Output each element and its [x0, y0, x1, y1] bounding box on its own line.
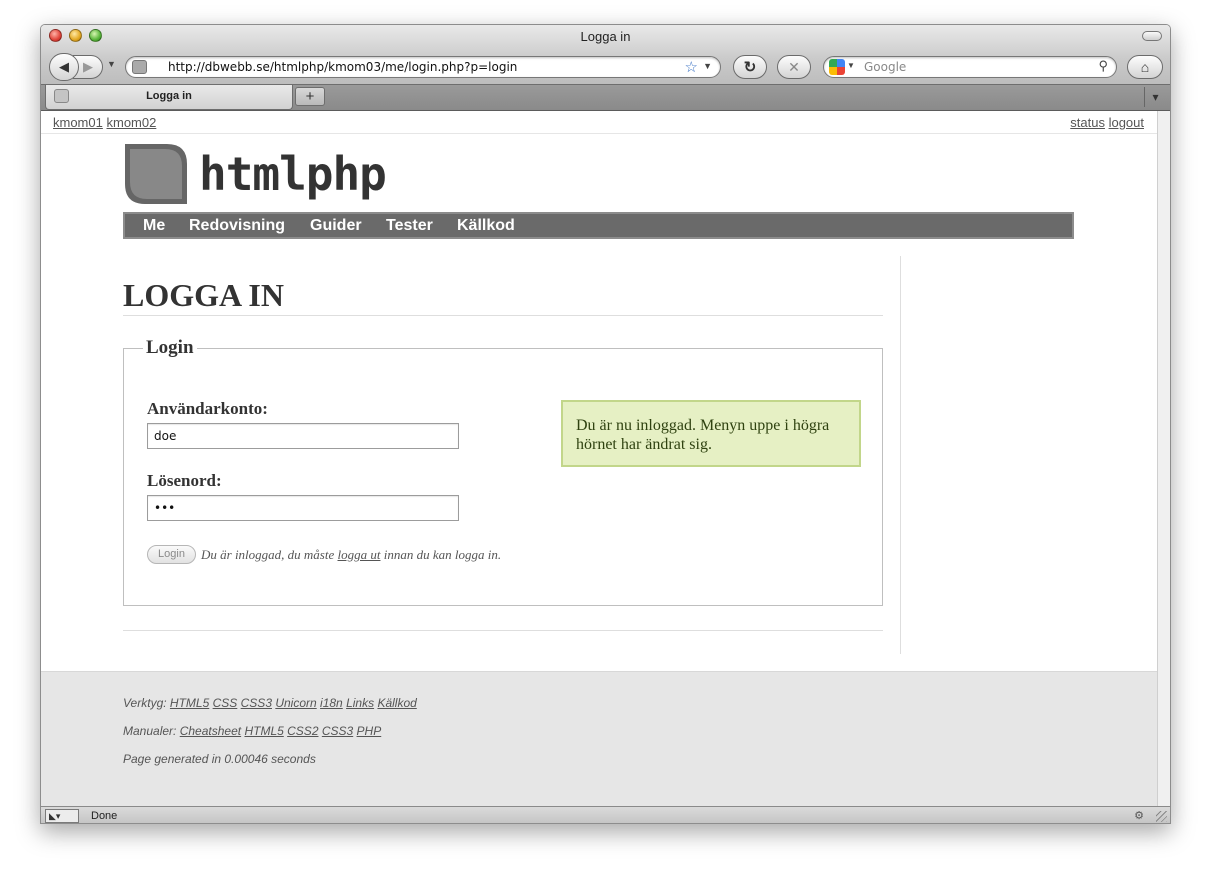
- footer-link-unicorn[interactable]: Unicorn: [275, 696, 316, 710]
- top-nav-left: kmom01 kmom02: [53, 115, 156, 130]
- stop-icon: ✕: [788, 58, 800, 75]
- back-button[interactable]: ◀: [49, 53, 79, 81]
- home-icon: ⌂: [1140, 59, 1150, 75]
- toolbar-toggle-button[interactable]: [1142, 31, 1162, 41]
- status-bar: ◣▾ Done ⚙: [41, 806, 1170, 823]
- footer-link-i18n[interactable]: i18n: [320, 696, 343, 710]
- password-label: Lösenord:: [147, 471, 222, 490]
- login-button[interactable]: Login: [147, 545, 196, 564]
- page-title: LOGGA IN: [123, 277, 284, 313]
- status-menu-icon[interactable]: ◣▾: [45, 809, 79, 823]
- reload-icon: ↻: [743, 59, 757, 76]
- search-input[interactable]: Google: [864, 60, 906, 74]
- footer-link-links[interactable]: Links: [346, 696, 374, 710]
- top-nav-right: status logout: [1070, 115, 1144, 130]
- title-underline: [123, 315, 883, 316]
- username-label: Användarkonto:: [147, 399, 268, 418]
- login-message: Du är inloggad, du måste logga ut innan …: [201, 547, 501, 563]
- site-logo-icon: [125, 144, 187, 204]
- link-logout[interactable]: logout: [1109, 115, 1144, 130]
- search-icon[interactable]: ⚲: [1098, 58, 1108, 74]
- manuals-label: Manualer:: [123, 724, 177, 738]
- tab-logga-in[interactable]: Logga in: [45, 85, 293, 110]
- address-bar[interactable]: http://dbwebb.se/htmlphp/kmom03/me/login…: [125, 56, 721, 78]
- footer-link-css2[interactable]: CSS2: [287, 724, 318, 738]
- top-divider: [41, 133, 1157, 134]
- menu-item-tester[interactable]: Tester: [386, 217, 433, 235]
- main-bottom-divider: [123, 630, 883, 631]
- password-field[interactable]: •••: [147, 495, 459, 521]
- search-engine-dropdown-icon[interactable]: ▼: [847, 61, 855, 70]
- footer-link-css[interactable]: CSS: [213, 696, 238, 710]
- tab-list-icon[interactable]: ▾: [1144, 87, 1166, 107]
- page-footer: Verktyg: HTML5 CSS CSS3 Unicorn i18n Lin…: [41, 671, 1157, 806]
- status-text: Done: [91, 810, 118, 822]
- window-title: Logga in: [580, 29, 631, 44]
- search-bar[interactable]: ▼ Google ⚲: [823, 56, 1117, 78]
- title-bar: Logga in ◀ ▶ ▼ http://dbwebb.se/htmlphp/…: [41, 25, 1170, 85]
- page-viewport: kmom01 kmom02 status logout htmlphp Me R…: [41, 111, 1157, 806]
- menu-item-kallkod[interactable]: Källkod: [457, 217, 515, 235]
- link-status[interactable]: status: [1070, 115, 1105, 130]
- addon-icon[interactable]: ⚙: [1134, 809, 1144, 822]
- footer-manuals: Manualer: Cheatsheet HTML5 CSS2 CSS3 PHP: [123, 724, 381, 738]
- site-favicon-icon: [132, 60, 147, 74]
- browser-window: Logga in ◀ ▶ ▼ http://dbwebb.se/htmlphp/…: [40, 24, 1171, 824]
- forward-arrow-icon: ▶: [83, 59, 93, 74]
- main-menu: Me Redovisning Guider Tester Källkod: [123, 212, 1074, 239]
- tab-label: Logga in: [146, 90, 192, 102]
- footer-link-manual-css3[interactable]: CSS3: [322, 724, 353, 738]
- new-tab-button[interactable]: +: [295, 87, 325, 106]
- home-button[interactable]: ⌂: [1127, 55, 1163, 79]
- bookmark-star-icon[interactable]: ☆: [685, 58, 698, 76]
- reload-button[interactable]: ↻: [733, 55, 767, 79]
- logout-link[interactable]: logga ut: [338, 547, 381, 562]
- login-message-start: Du är inloggad, du måste: [201, 547, 338, 562]
- url-text[interactable]: http://dbwebb.se/htmlphp/kmom03/me/login…: [168, 60, 517, 74]
- username-field[interactable]: doe: [147, 423, 459, 449]
- footer-link-html5[interactable]: HTML5: [170, 696, 209, 710]
- vertical-scrollbar[interactable]: [1157, 111, 1170, 806]
- tools-label: Verktyg:: [123, 696, 167, 710]
- menu-item-guider[interactable]: Guider: [310, 217, 362, 235]
- stop-button[interactable]: ✕: [777, 55, 811, 79]
- sidebar-divider: [900, 256, 901, 654]
- login-message-end: innan du kan logga in.: [380, 547, 502, 562]
- link-kmom02[interactable]: kmom02: [106, 115, 156, 130]
- menu-item-redovisning[interactable]: Redovisning: [189, 217, 285, 235]
- footer-link-cheatsheet[interactable]: Cheatsheet: [180, 724, 241, 738]
- login-notice: Du är nu inloggad. Menyn uppe i högra hö…: [561, 400, 861, 467]
- history-dropdown-icon[interactable]: ▼: [107, 59, 116, 69]
- url-dropdown-icon[interactable]: ▼: [703, 61, 712, 71]
- footer-link-kallkod[interactable]: Källkod: [377, 696, 416, 710]
- login-legend: Login: [143, 337, 197, 359]
- tab-strip: Logga in + ▾: [41, 85, 1170, 111]
- footer-link-manual-html5[interactable]: HTML5: [244, 724, 283, 738]
- footer-link-css3[interactable]: CSS3: [241, 696, 272, 710]
- login-fieldset: [123, 348, 883, 606]
- footer-link-php[interactable]: PHP: [357, 724, 382, 738]
- menu-item-me[interactable]: Me: [143, 217, 165, 235]
- page-generated-text: Page generated in 0.00046 seconds: [123, 752, 316, 766]
- back-arrow-icon: ◀: [59, 59, 69, 74]
- footer-tools: Verktyg: HTML5 CSS CSS3 Unicorn i18n Lin…: [123, 696, 417, 710]
- resize-grip-icon[interactable]: [1156, 811, 1167, 822]
- link-kmom01[interactable]: kmom01: [53, 115, 103, 130]
- google-icon[interactable]: [829, 59, 845, 75]
- site-title: htmlphp: [199, 147, 387, 201]
